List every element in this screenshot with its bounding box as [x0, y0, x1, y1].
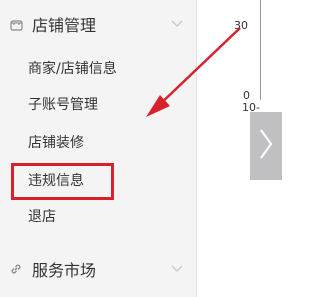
chevron-down-icon[interactable] — [170, 17, 184, 31]
chevron-down-icon[interactable] — [170, 262, 184, 276]
sidebar-item-close-shop[interactable]: 退店 — [28, 205, 56, 229]
store-icon — [9, 17, 23, 31]
y-tick-label: 30 — [234, 19, 248, 32]
sidebar-item-subaccount[interactable]: 子账号管理 — [28, 93, 98, 117]
link-icon — [9, 262, 23, 276]
sidebar-section-shop[interactable]: 店铺管理 — [0, 4, 196, 44]
sidebar-item-decoration[interactable]: 店铺装修 — [28, 131, 84, 155]
chevron-right-icon — [258, 128, 274, 164]
sidebar-section-title: 服务市场 — [32, 261, 97, 280]
chart-y-axis — [260, 0, 261, 100]
sidebar: 店铺管理 商家/店铺信息 子账号管理 店铺装修 违规信息 退店 服务市场 — [0, 0, 197, 297]
sidebar-section-title: 店铺管理 — [32, 16, 97, 35]
sidebar-section-service-market[interactable]: 服务市场 — [0, 249, 196, 289]
sidebar-item-shop-info[interactable]: 商家/店铺信息 — [28, 57, 117, 81]
violations-highlight-box — [11, 163, 114, 200]
next-button[interactable] — [250, 112, 282, 180]
